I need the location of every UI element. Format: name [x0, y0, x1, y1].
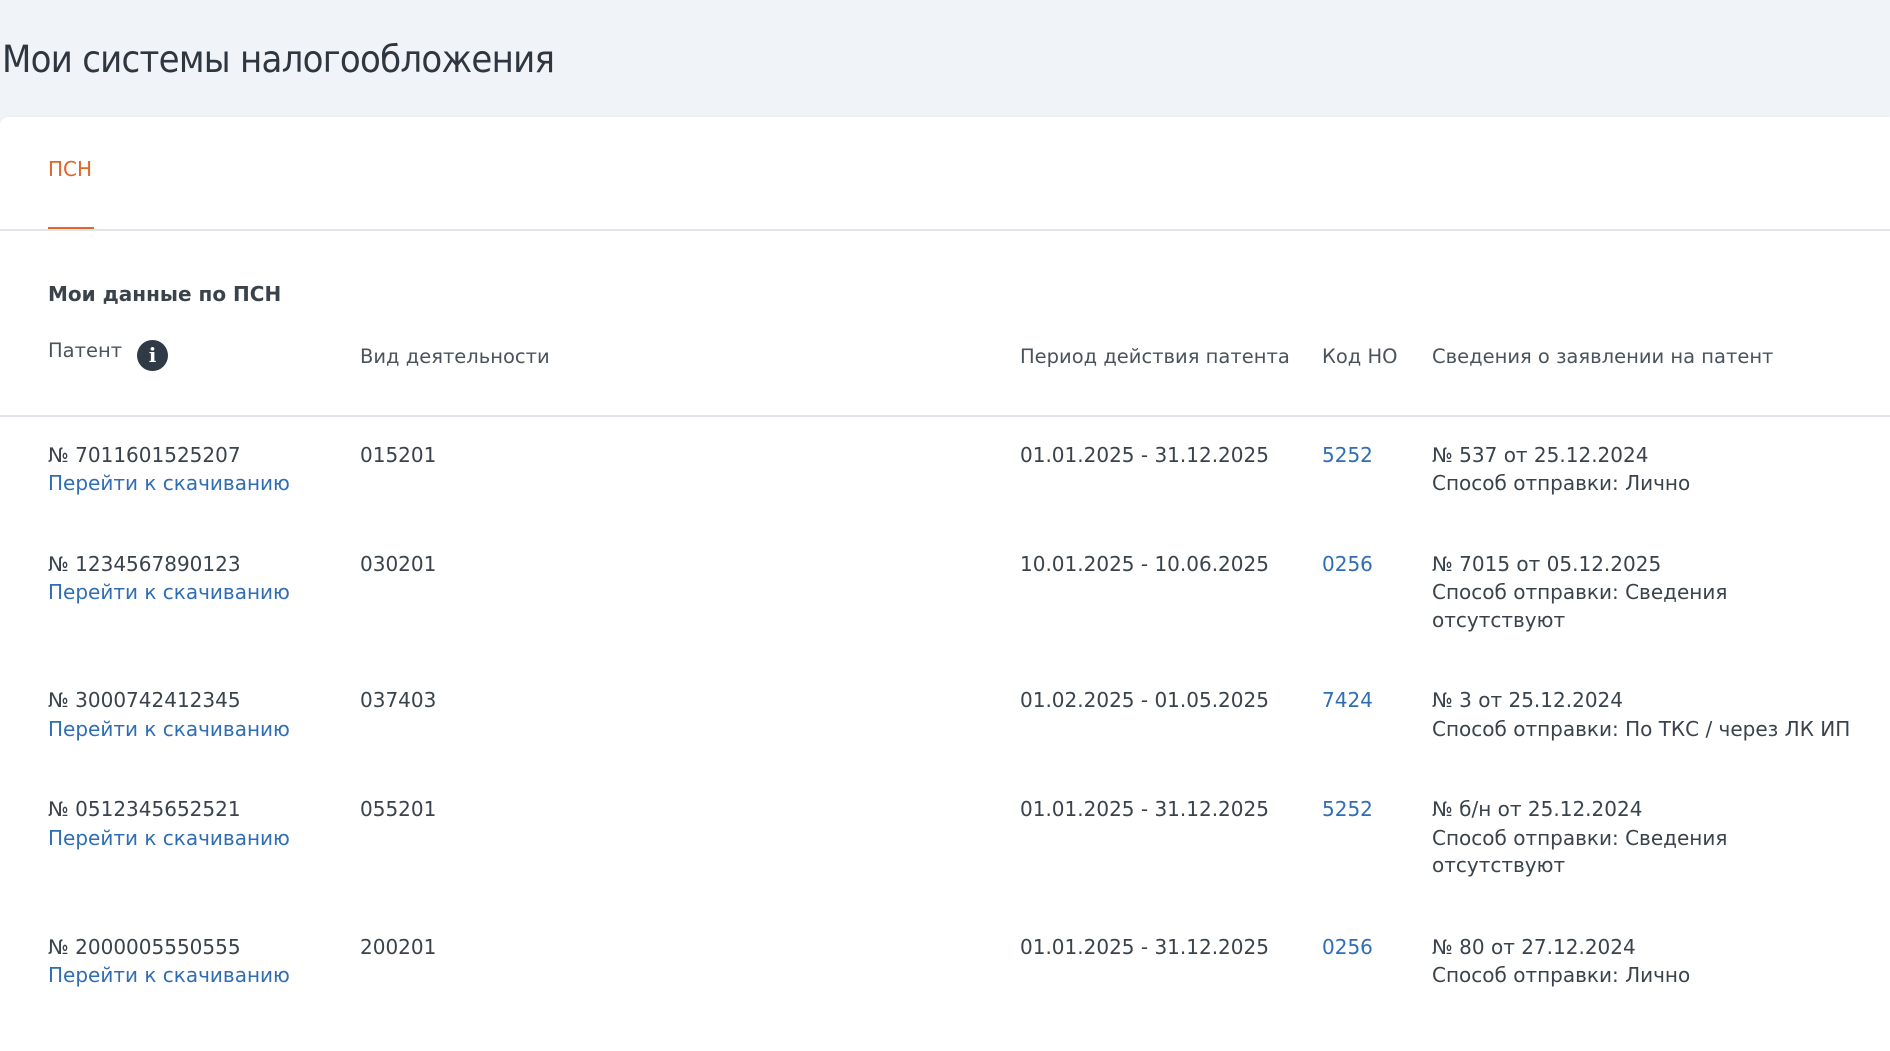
- column-header-patent: Патент: [48, 339, 123, 362]
- patent-number: № 3000742412345: [48, 688, 241, 712]
- patent-period: 01.01.2025 - 31.12.2025: [1020, 443, 1269, 467]
- activity-code: 055201: [360, 797, 437, 821]
- patent-number: № 2000005550555: [48, 935, 241, 959]
- submission-method: Способ отправки: Лично: [1432, 963, 1691, 987]
- patent-period: 01.01.2025 - 31.12.2025: [1020, 935, 1269, 959]
- submission-method: Способ отправки: Лично: [1432, 471, 1691, 495]
- column-header-activity: Вид деятельности: [360, 345, 550, 368]
- tax-office-code-link[interactable]: 0256: [1322, 550, 1373, 578]
- application-number: № 3 от 25.12.2024: [1432, 688, 1623, 712]
- column-header-application: Сведения о заявлении на патент: [1432, 345, 1774, 368]
- submission-method: Способ отправки: По ТКС / через ЛК ИП: [1432, 717, 1851, 741]
- table-header-divider: [0, 415, 1890, 417]
- activity-code: 200201: [360, 935, 437, 959]
- patent-number: № 1234567890123: [48, 552, 241, 576]
- tab-psn[interactable]: ПСН: [48, 157, 92, 181]
- submission-method: Способ отправки: Сведения: [1432, 826, 1728, 850]
- tax-systems-card: ПСН Мои данные по ПСН Патент i Вид деяте…: [0, 117, 1890, 1051]
- submission-method-continued: отсутствуют: [1432, 853, 1566, 877]
- column-header-period: Период действия патента: [1020, 345, 1290, 368]
- download-link[interactable]: Перейти к скачиванию: [48, 715, 290, 743]
- tax-office-code-link[interactable]: 5252: [1322, 441, 1373, 469]
- submission-method-continued: отсутствуют: [1432, 608, 1566, 632]
- tab-bar: ПСН: [0, 117, 1890, 231]
- application-number: № 537 от 25.12.2024: [1432, 443, 1649, 467]
- activity-code: 037403: [360, 688, 437, 712]
- column-header-tax-office: Код НО: [1322, 345, 1398, 368]
- patent-period: 01.02.2025 - 01.05.2025: [1020, 688, 1269, 712]
- download-link[interactable]: Перейти к скачиванию: [48, 961, 290, 989]
- info-icon[interactable]: i: [137, 340, 168, 371]
- patent-number: № 0512345652521: [48, 797, 241, 821]
- download-link[interactable]: Перейти к скачиванию: [48, 469, 290, 497]
- active-tab-indicator: [48, 227, 94, 229]
- tax-office-code-link[interactable]: 0256: [1322, 933, 1373, 961]
- submission-method: Способ отправки: Сведения: [1432, 580, 1728, 604]
- section-title: Мои данные по ПСН: [48, 282, 282, 306]
- tax-office-code-link[interactable]: 5252: [1322, 795, 1373, 823]
- application-number: № 80 от 27.12.2024: [1432, 935, 1636, 959]
- page-title: Мои системы налогообложения: [2, 38, 555, 81]
- application-number: № 7015 от 05.12.2025: [1432, 552, 1662, 576]
- patent-number: № 7011601525207: [48, 443, 241, 467]
- patent-period: 10.01.2025 - 10.06.2025: [1020, 552, 1269, 576]
- download-link[interactable]: Перейти к скачиванию: [48, 824, 290, 852]
- tax-office-code-link[interactable]: 7424: [1322, 686, 1373, 714]
- activity-code: 015201: [360, 443, 437, 467]
- patent-period: 01.01.2025 - 31.12.2025: [1020, 797, 1269, 821]
- activity-code: 030201: [360, 552, 437, 576]
- application-number: № б/н от 25.12.2024: [1432, 797, 1643, 821]
- download-link[interactable]: Перейти к скачиванию: [48, 578, 290, 606]
